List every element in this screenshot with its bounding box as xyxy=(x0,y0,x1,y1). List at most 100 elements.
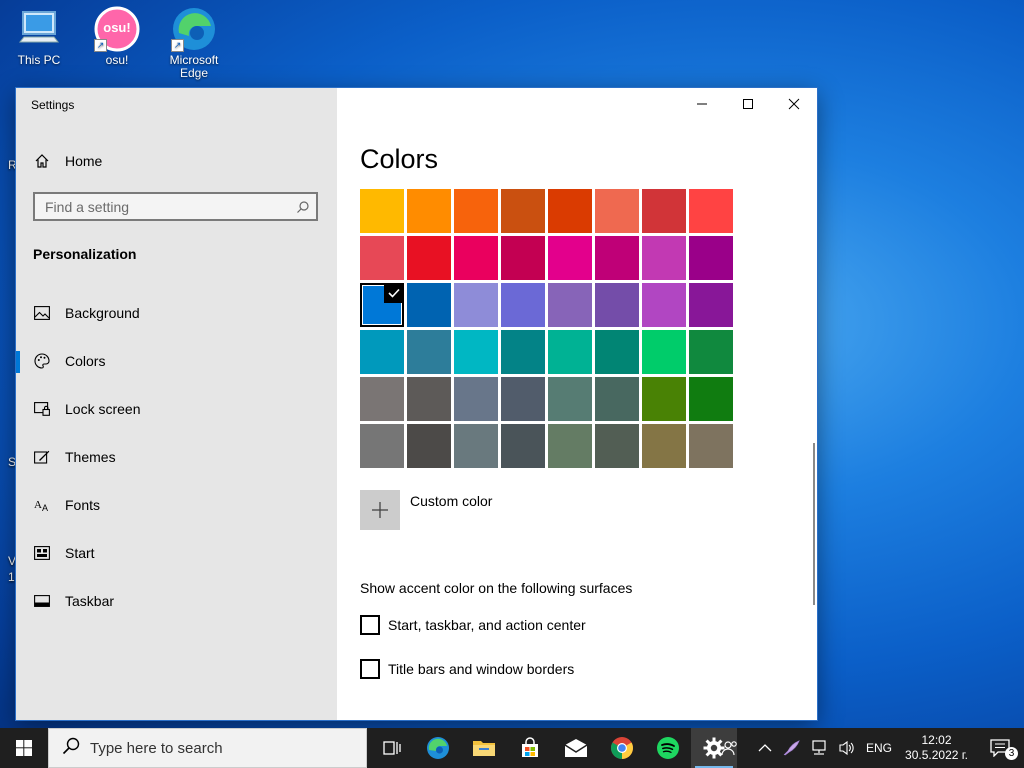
network-icon xyxy=(812,740,826,755)
color-swatch[interactable] xyxy=(548,283,592,327)
sidebar: Settings Home Personalization Background xyxy=(16,88,337,720)
color-swatch[interactable] xyxy=(407,424,451,468)
desktop-icon-edge[interactable]: ↗ Microsoft Edge xyxy=(163,6,225,80)
checkbox-start-taskbar[interactable]: Start, taskbar, and action center xyxy=(360,615,586,635)
taskbar-app-edge[interactable] xyxy=(415,728,461,768)
desktop-partial-label: S xyxy=(8,455,17,469)
palette-icon xyxy=(33,352,51,370)
close-button[interactable] xyxy=(771,88,817,120)
task-view-button[interactable] xyxy=(369,728,415,768)
color-swatch[interactable] xyxy=(689,377,733,421)
nav-item-lock-screen[interactable]: Lock screen xyxy=(16,387,337,431)
color-swatch[interactable] xyxy=(595,236,639,280)
clock[interactable]: 12:02 30.5.2022 г. xyxy=(897,733,976,763)
color-swatch[interactable] xyxy=(454,330,498,374)
nav-item-background[interactable]: Background xyxy=(16,291,337,335)
pen-workspace-button[interactable] xyxy=(777,728,805,768)
color-swatch[interactable] xyxy=(360,189,404,233)
color-swatch[interactable] xyxy=(642,424,686,468)
people-button[interactable] xyxy=(707,728,753,768)
nav-item-fonts[interactable]: AA Fonts xyxy=(16,483,337,527)
action-center-button[interactable]: 3 xyxy=(976,728,1024,768)
custom-color-button[interactable] xyxy=(360,490,400,530)
color-swatch[interactable] xyxy=(407,236,451,280)
scrollbar[interactable] xyxy=(813,443,815,605)
checkbox-label[interactable]: Title bars and window borders xyxy=(388,661,574,677)
color-swatch[interactable] xyxy=(548,424,592,468)
color-swatch[interactable] xyxy=(501,236,545,280)
start-button[interactable] xyxy=(0,728,48,768)
color-swatch[interactable] xyxy=(501,377,545,421)
color-swatch[interactable] xyxy=(360,377,404,421)
picture-icon xyxy=(33,304,51,322)
color-swatch[interactable] xyxy=(548,236,592,280)
color-swatch[interactable] xyxy=(360,424,404,468)
checkbox-box[interactable] xyxy=(360,615,380,635)
minimize-button[interactable] xyxy=(679,88,725,120)
color-swatch[interactable] xyxy=(548,377,592,421)
color-swatch[interactable] xyxy=(407,377,451,421)
color-swatch[interactable] xyxy=(454,283,498,327)
color-swatch[interactable] xyxy=(595,377,639,421)
color-swatch[interactable] xyxy=(595,189,639,233)
checkbox-box[interactable] xyxy=(360,659,380,679)
color-swatch[interactable] xyxy=(642,236,686,280)
color-swatch[interactable] xyxy=(642,189,686,233)
taskbar-search-input[interactable] xyxy=(88,738,342,758)
color-swatch[interactable] xyxy=(689,283,733,327)
nav-item-start[interactable]: Start xyxy=(16,531,337,575)
nav-home[interactable]: Home xyxy=(16,139,337,183)
color-swatch[interactable] xyxy=(360,330,404,374)
taskbar-app-chrome[interactable] xyxy=(599,728,645,768)
color-swatch[interactable] xyxy=(689,424,733,468)
desktop-icon-this-pc[interactable]: This PC xyxy=(8,6,70,67)
color-swatch[interactable] xyxy=(689,236,733,280)
speaker-icon xyxy=(839,740,854,756)
color-swatch[interactable] xyxy=(454,189,498,233)
show-hidden-icons-button[interactable] xyxy=(753,728,777,768)
color-swatch[interactable] xyxy=(642,330,686,374)
surfaces-heading: Show accent color on the following surfa… xyxy=(360,580,633,596)
nav-item-taskbar[interactable]: Taskbar xyxy=(16,579,337,623)
color-swatch[interactable] xyxy=(454,424,498,468)
color-swatch[interactable] xyxy=(407,330,451,374)
color-swatch[interactable] xyxy=(689,330,733,374)
custom-color-label[interactable]: Custom color xyxy=(410,493,492,509)
color-swatch[interactable] xyxy=(595,283,639,327)
color-swatch[interactable] xyxy=(454,377,498,421)
color-swatch[interactable] xyxy=(407,283,451,327)
find-setting-search[interactable] xyxy=(33,192,318,221)
color-swatch[interactable] xyxy=(454,236,498,280)
nav-item-colors[interactable]: Colors xyxy=(16,339,337,383)
color-swatch[interactable] xyxy=(360,283,404,327)
color-swatch[interactable] xyxy=(501,189,545,233)
checkbox-title-bars[interactable]: Title bars and window borders xyxy=(360,659,574,679)
taskbar-app-file-explorer[interactable] xyxy=(461,728,507,768)
color-swatch[interactable] xyxy=(360,236,404,280)
color-swatch[interactable] xyxy=(595,424,639,468)
color-swatch[interactable] xyxy=(501,283,545,327)
desktop-icon-osu[interactable]: osu! ↗ osu! xyxy=(86,6,148,67)
color-swatch[interactable] xyxy=(642,377,686,421)
network-button[interactable] xyxy=(805,728,833,768)
nav-item-themes[interactable]: Themes xyxy=(16,435,337,479)
color-swatch[interactable] xyxy=(501,330,545,374)
taskbar-app-microsoft-store[interactable] xyxy=(507,728,553,768)
color-swatch[interactable] xyxy=(501,424,545,468)
color-swatch[interactable] xyxy=(548,189,592,233)
color-swatch[interactable] xyxy=(689,189,733,233)
color-swatch[interactable] xyxy=(595,330,639,374)
checkbox-label[interactable]: Start, taskbar, and action center xyxy=(388,617,586,633)
taskbar-app-spotify[interactable] xyxy=(645,728,691,768)
find-setting-input[interactable] xyxy=(35,194,295,219)
search-icon[interactable] xyxy=(296,200,310,219)
nav-item-label: Start xyxy=(65,545,95,561)
input-language-indicator[interactable]: ENG xyxy=(861,728,897,768)
color-swatch[interactable] xyxy=(407,189,451,233)
taskbar-app-mail[interactable] xyxy=(553,728,599,768)
color-swatch[interactable] xyxy=(642,283,686,327)
color-swatch[interactable] xyxy=(548,330,592,374)
volume-button[interactable] xyxy=(833,728,861,768)
taskbar-search-box[interactable] xyxy=(48,728,367,768)
maximize-button[interactable] xyxy=(725,88,771,120)
